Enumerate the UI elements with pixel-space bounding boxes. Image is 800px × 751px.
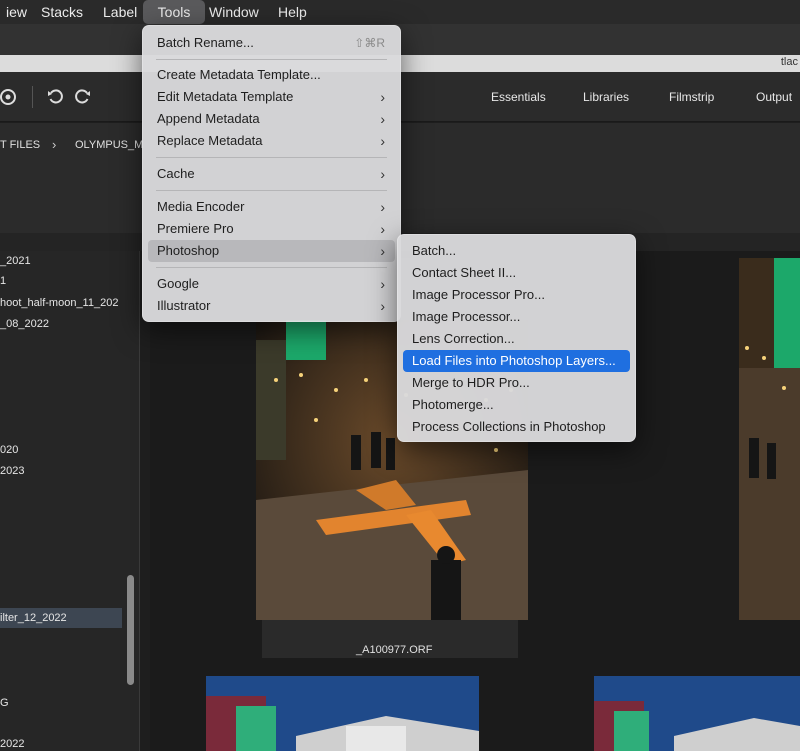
workspace-filmstrip[interactable]: Filmstrip (669, 90, 714, 104)
menu-view[interactable]: iew (0, 0, 35, 24)
menu-item-replace-metadata[interactable]: Replace Metadata › (148, 130, 395, 152)
toolbar-separator (32, 86, 33, 108)
menu-item-google[interactable]: Google › (148, 273, 395, 295)
chevron-right-icon: › (380, 133, 385, 149)
menu-label[interactable]: Label (95, 0, 145, 24)
chevron-right-icon: › (52, 137, 57, 152)
thumbnail-image[interactable] (739, 258, 800, 620)
folder-item[interactable]: _2021 (0, 255, 31, 267)
submenu-item-batch[interactable]: Batch... (403, 240, 630, 262)
submenu-item-contact-sheet[interactable]: Contact Sheet II... (403, 262, 630, 284)
chevron-right-icon: › (380, 111, 385, 127)
thumbnail-filename: _A100977.ORF (356, 644, 433, 656)
breadcrumb-item[interactable]: OLYMPUS_M (75, 139, 143, 151)
folder-item[interactable]: 020 (0, 444, 18, 456)
menu-item-illustrator[interactable]: Illustrator › (148, 295, 395, 317)
submenu-item-image-processor-pro[interactable]: Image Processor Pro... (403, 284, 630, 306)
menu-item-edit-metadata-template[interactable]: Edit Metadata Template › (148, 86, 395, 108)
breadcrumb-item[interactable]: T FILES (0, 139, 40, 151)
submenu-item-load-files-into-layers[interactable]: Load Files into Photoshop Layers... (403, 350, 630, 372)
submenu-item-process-collections[interactable]: Process Collections in Photoshop (403, 416, 630, 438)
folder-item[interactable]: G (0, 697, 9, 709)
thumbnail-image[interactable] (594, 676, 800, 751)
submenu-item-lens-correction[interactable]: Lens Correction... (403, 328, 630, 350)
submenu-item-photomerge[interactable]: Photomerge... (403, 394, 630, 416)
menu-item-premiere-pro[interactable]: Premiere Pro › (148, 218, 395, 240)
menu-bar: iew Stacks Label Tools Window Help (0, 0, 800, 24)
folder-item[interactable]: 1 (0, 275, 6, 287)
menu-window[interactable]: Window (201, 0, 267, 24)
submenu-item-merge-to-hdr[interactable]: Merge to HDR Pro... (403, 372, 630, 394)
menu-item-create-metadata-template[interactable]: Create Metadata Template... (148, 64, 395, 86)
chevron-right-icon: › (380, 276, 385, 292)
tools-menu: Batch Rename... ⇧⌘R Create Metadata Temp… (142, 25, 401, 322)
menu-separator (156, 59, 387, 60)
menu-item-media-encoder[interactable]: Media Encoder › (148, 196, 395, 218)
menu-tools[interactable]: Tools (143, 0, 205, 24)
menu-item-batch-rename[interactable]: Batch Rename... ⇧⌘R (148, 32, 395, 54)
workspace-libraries[interactable]: Libraries (583, 90, 629, 104)
chevron-right-icon: › (380, 89, 385, 105)
folder-item[interactable]: hoot_half-moon_11_202 (0, 297, 118, 309)
rotate-right-icon[interactable] (72, 87, 92, 107)
folder-item[interactable]: 2022 (0, 738, 24, 750)
menu-separator (156, 267, 387, 268)
menu-item-append-metadata[interactable]: Append Metadata › (148, 108, 395, 130)
submenu-item-image-processor[interactable]: Image Processor... (403, 306, 630, 328)
folder-item-selected[interactable]: ilter_12_2022 (0, 608, 122, 628)
path-text: tlac (780, 56, 798, 68)
menu-item-cache[interactable]: Cache › (148, 163, 395, 185)
photoshop-submenu: Batch... Contact Sheet II... Image Proce… (397, 234, 636, 442)
workspace-essentials[interactable]: Essentials (491, 90, 546, 104)
shortcut-label: ⇧⌘R (354, 36, 385, 50)
rotate-left-icon[interactable] (46, 87, 66, 107)
menu-item-photoshop[interactable]: Photoshop › (148, 240, 395, 262)
thumbnail-image[interactable] (206, 676, 479, 751)
camera-icon[interactable] (0, 87, 18, 107)
folder-item[interactable]: 2023 (0, 465, 24, 477)
scrollbar[interactable] (127, 575, 134, 685)
menu-help[interactable]: Help (270, 0, 315, 24)
workspace-output[interactable]: Output (756, 90, 792, 104)
chevron-right-icon: › (380, 199, 385, 215)
chevron-right-icon: › (380, 298, 385, 314)
folder-item[interactable]: _08_2022 (0, 318, 49, 330)
chevron-right-icon: › (380, 166, 385, 182)
menu-stacks[interactable]: Stacks (33, 0, 91, 24)
chevron-right-icon: › (380, 221, 385, 237)
menu-separator (156, 157, 387, 158)
chevron-right-icon: › (380, 243, 385, 259)
menu-separator (156, 190, 387, 191)
